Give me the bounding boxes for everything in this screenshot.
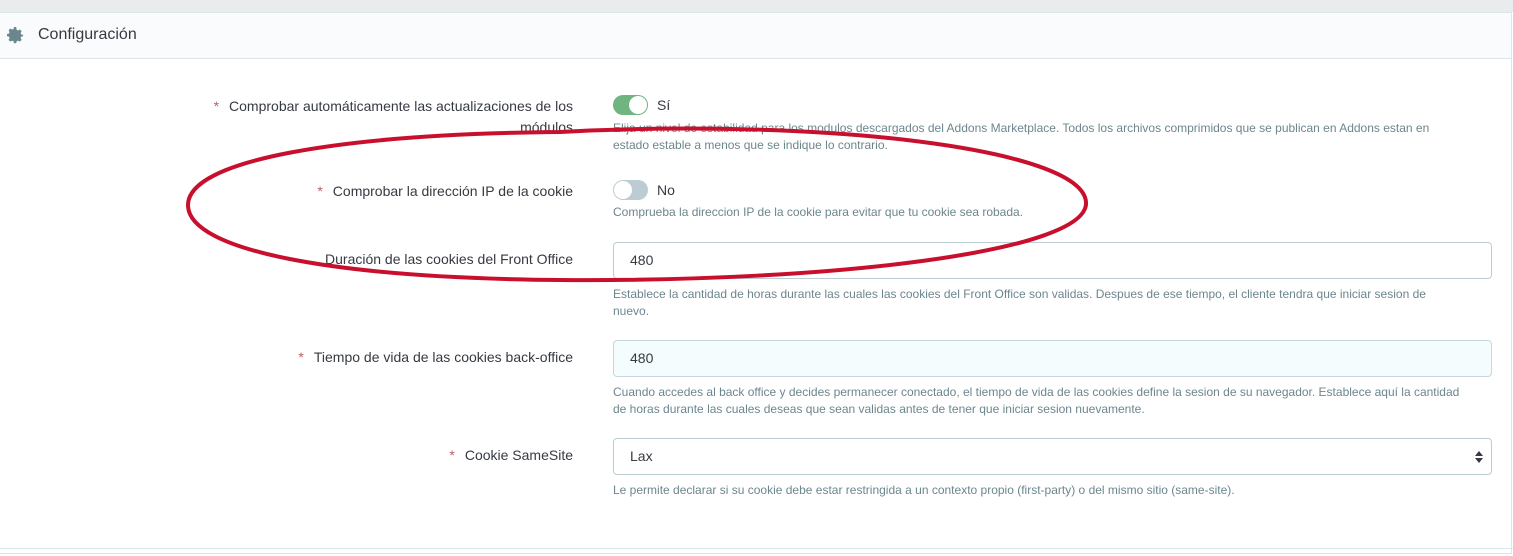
samesite-selected-value: Lax bbox=[630, 448, 653, 464]
front-office-lifetime-help: Establece la cantidad de horas durante l… bbox=[613, 287, 1426, 318]
select-arrows-icon bbox=[1475, 451, 1483, 463]
top-strip bbox=[0, 0, 1513, 12]
front-office-lifetime-label: Duración de las cookies del Front Office bbox=[325, 251, 573, 267]
check-updates-value: Sí bbox=[657, 97, 671, 113]
front-office-lifetime-input[interactable]: 480 bbox=[613, 242, 1492, 279]
cookie-ip-help: Comprueba la direccion IP de la cookie p… bbox=[613, 205, 1024, 219]
samesite-help: Le permite declarar si su cookie debe es… bbox=[613, 483, 1235, 497]
back-office-lifetime-input[interactable]: 480 bbox=[613, 340, 1492, 377]
toggle-knob bbox=[629, 96, 647, 114]
panel-bottom-border bbox=[0, 548, 1513, 549]
cookie-ip-value: No bbox=[657, 182, 675, 198]
panel-title: Configuración bbox=[38, 26, 137, 43]
required-marker: * bbox=[449, 447, 455, 463]
check-updates-label: * Comprobar automáticamente las actualiza… bbox=[213, 98, 573, 135]
samesite-label: * Cookie SameSite bbox=[449, 447, 573, 463]
samesite-select[interactable]: Lax bbox=[613, 438, 1492, 475]
required-marker: * bbox=[317, 183, 323, 199]
check-updates-toggle[interactable] bbox=[613, 95, 648, 115]
back-office-lifetime-label: * Tiempo de vida de las cookies back-offi… bbox=[298, 349, 573, 365]
required-marker: * bbox=[213, 98, 220, 114]
check-updates-help: Elija un nivel de estabilidad para los m… bbox=[613, 121, 1430, 152]
check-updates-label-line2: módulos bbox=[520, 119, 573, 135]
toggle-knob bbox=[614, 181, 632, 199]
required-marker: * bbox=[298, 349, 304, 365]
cookie-ip-toggle[interactable] bbox=[613, 180, 648, 200]
back-office-lifetime-help: Cuando accedes al back office y decides … bbox=[613, 385, 1460, 416]
gear-icon bbox=[6, 26, 24, 44]
panel-header: Configuración bbox=[0, 13, 1511, 59]
cookie-ip-label: * Comprobar la dirección IP de la cookie bbox=[317, 183, 573, 199]
